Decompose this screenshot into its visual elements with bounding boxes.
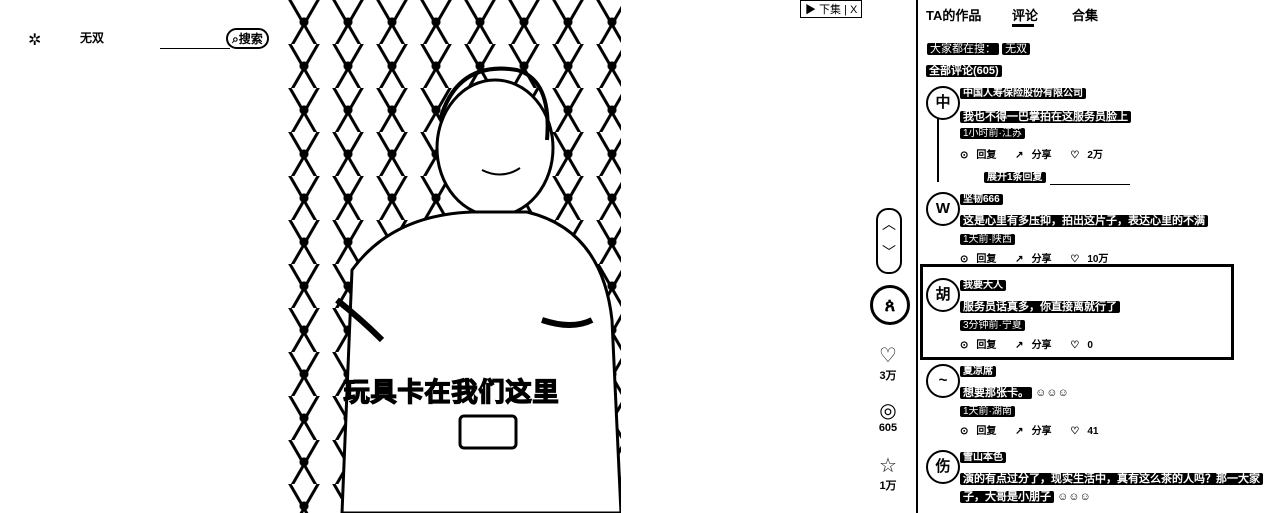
like-button[interactable]: ♡ 2万	[1070, 150, 1111, 161]
author-avatar-button[interactable]: ጰ	[870, 285, 910, 325]
reply-button[interactable]: ⊙ 回复	[960, 340, 1004, 351]
search-input[interactable]: 无双	[80, 29, 104, 46]
expand-replies-link[interactable]: 展开1条回复	[984, 168, 1046, 183]
video-player[interactable]: 玩具卡在我们这里	[282, 0, 621, 513]
comment-actions: ⊙ 回复 ↗ 分享 ♡ 2万	[960, 146, 1119, 161]
heart-icon: ♡	[1070, 340, 1080, 351]
comment-actions: ⊙ 回复 ↗ 分享 ♡ 10万	[960, 250, 1124, 265]
emoji-icon: ☺☺☺	[1035, 387, 1069, 399]
video-nav-pill[interactable]: ︿ ﹀	[876, 208, 902, 274]
chevron-up-icon[interactable]: ︿	[878, 210, 900, 238]
tab-collection[interactable]: 合集	[1072, 5, 1098, 24]
comment-icon[interactable]: ◎	[870, 400, 906, 422]
comment-text: 这是心里有多压抑，拍出这片子，表达心里的不满	[960, 212, 1208, 228]
share-icon: ↗	[1015, 426, 1024, 437]
expand-divider	[1050, 184, 1130, 185]
search-button-label[interactable]: 搜索	[239, 32, 263, 46]
comment-actions: ⊙ 回复 ↗ 分享 ♡ 0	[960, 336, 1109, 351]
reply-thread-line	[937, 112, 939, 182]
related-search-prefix: 大家都在搜：	[927, 43, 999, 55]
comments-count-header: 全部评论(605)	[926, 62, 1002, 78]
comment-username[interactable]: 雪山本色	[960, 448, 1006, 463]
search-button[interactable]: ⌕搜索	[226, 28, 269, 49]
like-count: 3万	[879, 370, 897, 382]
share-button[interactable]: ↗ 分享	[1015, 426, 1059, 437]
avatar[interactable]: W	[926, 192, 960, 226]
comment-text: 我也不得一巴掌拍在这服务员脸上	[960, 108, 1131, 124]
related-search-term[interactable]: 无双	[1002, 43, 1031, 55]
like-button[interactable]: ♡ 0	[1070, 340, 1101, 351]
comment-username[interactable]: 我要大人	[960, 276, 1006, 291]
next-video-button[interactable]: ▶ 下集 | X	[800, 0, 863, 18]
tab-comments[interactable]: 评论	[1012, 5, 1038, 24]
emoji-icon: ☺☺☺	[1057, 491, 1091, 503]
avatar[interactable]: 中	[926, 86, 960, 120]
comment-action[interactable]: ◎ 605	[870, 400, 906, 434]
reply-button[interactable]: ⊙ 回复	[960, 426, 1004, 437]
comment-meta: 1天前·陕西	[960, 230, 1015, 245]
video-frame	[335, 66, 621, 513]
share-icon: ↗	[1015, 340, 1024, 351]
chevron-down-icon[interactable]: ﹀	[878, 238, 900, 266]
active-tab-indicator	[1012, 24, 1034, 27]
comment-username[interactable]: 夏凉席	[960, 362, 996, 377]
panel-divider	[916, 0, 918, 513]
reply-icon: ⊙	[960, 150, 969, 161]
comment-text: 想要那张卡。 ☺☺☺	[960, 384, 1069, 400]
share-button[interactable]: ↗ 分享	[1015, 150, 1059, 161]
comment-text-continued: 子，大哥是小朋子 ☺☺☺	[960, 488, 1091, 504]
avatar[interactable]: 胡	[926, 278, 960, 312]
comment-meta: 1天前·湖南	[960, 402, 1015, 417]
favorite-action[interactable]: ☆ 1万	[870, 455, 906, 493]
heart-icon[interactable]: ♡	[870, 345, 906, 367]
comment-count: 605	[878, 422, 898, 434]
share-icon: ↗	[1015, 150, 1024, 161]
comment-username[interactable]: 坚韧666	[960, 190, 1003, 205]
like-action[interactable]: ♡ 3万	[870, 345, 906, 383]
avatar[interactable]: ~	[926, 364, 960, 398]
star-icon[interactable]: ☆	[870, 455, 906, 477]
comment-username[interactable]: 中国人寿保险股份有限公司	[960, 84, 1086, 99]
like-button[interactable]: ♡ 41	[1070, 426, 1106, 437]
logo-icon: ✲	[28, 32, 42, 49]
comment-text: 服务员话真多，你直接离就行了	[960, 298, 1120, 314]
reply-button[interactable]: ⊙ 回复	[960, 150, 1004, 161]
heart-icon: ♡	[1070, 150, 1080, 161]
heart-icon: ♡	[1070, 426, 1080, 437]
related-search[interactable]: 大家都在搜： 无双	[927, 40, 1031, 56]
video-subtitle: 玩具卡在我们这里	[343, 376, 560, 407]
reply-icon: ⊙	[960, 426, 969, 437]
comment-meta: 1小时前·江苏	[960, 124, 1025, 139]
reply-icon: ⊙	[960, 340, 969, 351]
search-underline	[160, 48, 230, 49]
comment-text: 演的有点过分了，现实生活中，真有这么茶的人吗？那一大家	[960, 470, 1263, 486]
share-button[interactable]: ↗ 分享	[1015, 340, 1059, 351]
comment-meta: 3分钟前·宁夏	[960, 316, 1025, 331]
tab-works[interactable]: TA的作品	[926, 5, 981, 24]
favorite-count: 1万	[879, 480, 897, 492]
avatar[interactable]: 伤	[926, 450, 960, 484]
comment-actions: ⊙ 回复 ↗ 分享 ♡ 41	[960, 422, 1114, 437]
